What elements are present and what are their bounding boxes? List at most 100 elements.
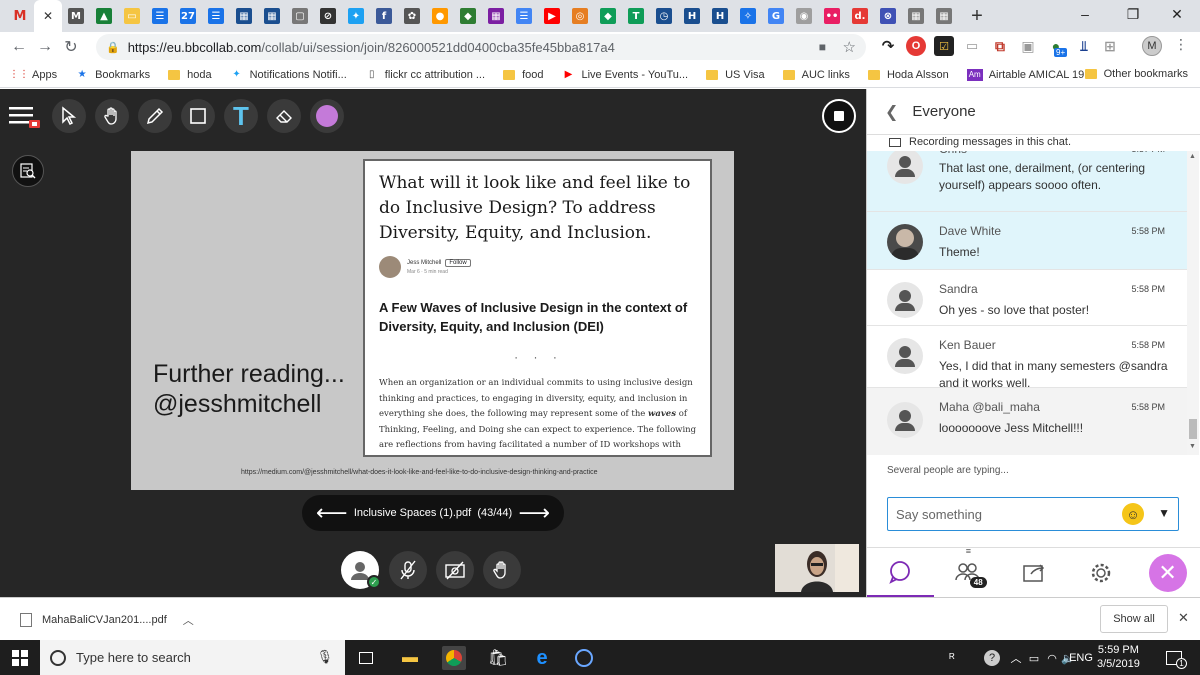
- pointer-tool-button[interactable]: [52, 99, 86, 133]
- profile-avatar[interactable]: M: [1142, 36, 1162, 56]
- text-tool-button[interactable]: T: [224, 99, 258, 133]
- chrome-taskbar-button[interactable]: [442, 646, 466, 670]
- edge-button[interactable]: e: [530, 646, 554, 670]
- browser-tab[interactable]: ▦: [258, 2, 286, 30]
- bookmark-item[interactable]: US Visa: [706, 69, 765, 81]
- browser-tab[interactable]: ●: [426, 2, 454, 30]
- browser-tab[interactable]: ☰: [202, 2, 230, 30]
- browser-tab[interactable]: H: [678, 2, 706, 30]
- taskbar-search[interactable]: Type here to search 🎙: [40, 640, 345, 675]
- browser-tab[interactable]: M: [6, 2, 34, 30]
- microphone-button[interactable]: [389, 551, 427, 589]
- scrollbar-thumb[interactable]: [1189, 419, 1197, 439]
- forward-button[interactable]: →: [32, 34, 58, 60]
- browser-tab[interactable]: ☰: [146, 2, 174, 30]
- help-icon[interactable]: ?: [980, 646, 1004, 670]
- store-button[interactable]: 🛍: [486, 646, 510, 670]
- bookmark-star-icon[interactable]: ☆: [843, 38, 856, 56]
- browser-tab[interactable]: ▦: [902, 2, 930, 30]
- bookmark-item[interactable]: ▶ Live Events - YouTu...: [561, 69, 688, 81]
- browser-tab[interactable]: T: [622, 2, 650, 30]
- browser-tab[interactable]: ▦: [230, 2, 258, 30]
- close-download-bar-icon[interactable]: ✕: [1178, 610, 1189, 626]
- pan-tool-button[interactable]: [95, 99, 129, 133]
- browser-tab[interactable]: ⊗: [874, 2, 902, 30]
- bookmark-item[interactable]: hoda: [168, 69, 212, 81]
- browser-tab[interactable]: ▢: [286, 2, 314, 30]
- notifications-button[interactable]: 1: [1162, 646, 1187, 670]
- active-tab-close[interactable]: ✕: [34, 0, 62, 32]
- reload-button[interactable]: ↻: [58, 34, 84, 60]
- browser-tab[interactable]: ▲: [90, 2, 118, 30]
- browser-tab[interactable]: ▦: [482, 2, 510, 30]
- browser-tab[interactable]: ☰: [510, 2, 538, 30]
- next-slide-button[interactable]: ⟶: [518, 502, 550, 524]
- address-bar[interactable]: 🔒 https://eu.bbcollab.com/collab/ui/sess…: [96, 34, 866, 60]
- show-all-button[interactable]: Show all: [1100, 605, 1168, 633]
- ublock-icon[interactable]: O: [906, 36, 926, 56]
- chevron-up-icon[interactable]: ︿: [183, 612, 194, 628]
- content-search-button[interactable]: [12, 155, 44, 187]
- file-explorer-button[interactable]: ▬: [398, 646, 422, 670]
- chevron-left-icon[interactable]: ❮: [885, 102, 898, 122]
- shape-tool-button[interactable]: [181, 99, 215, 133]
- caret-down-icon[interactable]: ▼: [1158, 506, 1170, 520]
- browser-tab[interactable]: ••: [818, 2, 846, 30]
- windows-start-button[interactable]: [8, 646, 32, 670]
- previous-slide-button[interactable]: ⟵: [316, 502, 348, 524]
- message-list[interactable]: Chris 5:57 PM That last one, derailment, (…: [867, 151, 1187, 455]
- camera-button[interactable]: [436, 551, 474, 589]
- close-window-button[interactable]: ✕: [1154, 0, 1200, 28]
- browser-tab[interactable]: ◆: [594, 2, 622, 30]
- bookmark-item[interactable]: ★ Bookmarks: [75, 69, 151, 81]
- share-content-tab-button[interactable]: [1001, 548, 1068, 598]
- bookmark-item[interactable]: ▯ flickr cc attribution ...: [365, 69, 485, 81]
- task-view-button[interactable]: [354, 646, 378, 670]
- bookmark-item[interactable]: food: [503, 69, 543, 81]
- pdf-extension-icon[interactable]: ⧉: [990, 36, 1010, 56]
- browser-tab[interactable]: ◉: [790, 2, 818, 30]
- camera-icon[interactable]: ■: [819, 40, 826, 54]
- scroll-down-icon[interactable]: ▼: [1189, 443, 1196, 450]
- language-indicator[interactable]: ENG: [1066, 646, 1096, 670]
- browser-tab[interactable]: ▶: [538, 2, 566, 30]
- browser-tab[interactable]: ✦: [342, 2, 370, 30]
- download-item[interactable]: MahaBaliCVJan201....pdf ︿: [20, 612, 194, 628]
- microphone-icon[interactable]: 🎙: [316, 649, 333, 665]
- browser-tab[interactable]: M: [62, 2, 90, 30]
- chat-scrollbar[interactable]: ▲ ▼: [1187, 151, 1199, 455]
- emoji-button[interactable]: ☺: [1122, 503, 1144, 525]
- minimize-button[interactable]: –: [1062, 0, 1108, 28]
- extension-check-icon[interactable]: ☑: [934, 36, 954, 56]
- bbcollab-taskbar-button[interactable]: [572, 646, 596, 670]
- browser-tab[interactable]: H: [706, 2, 734, 30]
- bookmark-item[interactable]: AUC links: [782, 69, 850, 81]
- chat-tab-button[interactable]: [867, 548, 934, 598]
- extension-arrow-icon[interactable]: ↷: [878, 36, 898, 56]
- close-panel-button[interactable]: ✕: [1134, 548, 1200, 598]
- bookmark-item[interactable]: ✦ Notifications Notifi...: [230, 69, 346, 81]
- browser-tab[interactable]: ✿: [398, 2, 426, 30]
- browser-tab[interactable]: ▭: [118, 2, 146, 30]
- participant-video[interactable]: [775, 544, 859, 592]
- browser-tab[interactable]: ✧: [734, 2, 762, 30]
- my-status-button[interactable]: ✓: [341, 551, 381, 589]
- browser-tab[interactable]: ◷: [650, 2, 678, 30]
- system-clock[interactable]: 5:59 PM 3/5/2019: [1097, 643, 1140, 671]
- bookmark-item[interactable]: ⋮⋮ Apps: [9, 69, 57, 81]
- participants-tab-button[interactable]: 48 ≡: [934, 546, 1001, 598]
- extension-plug-icon[interactable]: ⊞: [1100, 36, 1120, 56]
- extension-screen-icon[interactable]: ▣: [1018, 36, 1038, 56]
- chat-message-input[interactable]: Say something ☺ ▼: [887, 497, 1179, 531]
- color-tool-button[interactable]: [310, 99, 344, 133]
- recording-button[interactable]: [822, 99, 856, 133]
- eraser-tool-button[interactable]: [267, 99, 301, 133]
- settings-tab-button[interactable]: [1067, 548, 1134, 598]
- bookmark-item[interactable]: Am Airtable AMICAL 19: [966, 68, 1084, 81]
- scroll-up-icon[interactable]: ▲: [1189, 153, 1196, 160]
- browser-tab[interactable]: G: [762, 2, 790, 30]
- browser-menu-icon[interactable]: ⋮: [1174, 36, 1188, 53]
- extension-book-icon[interactable]: ⫫: [1074, 36, 1094, 56]
- browser-tab[interactable]: 27: [174, 2, 202, 30]
- raise-hand-button[interactable]: [483, 551, 521, 589]
